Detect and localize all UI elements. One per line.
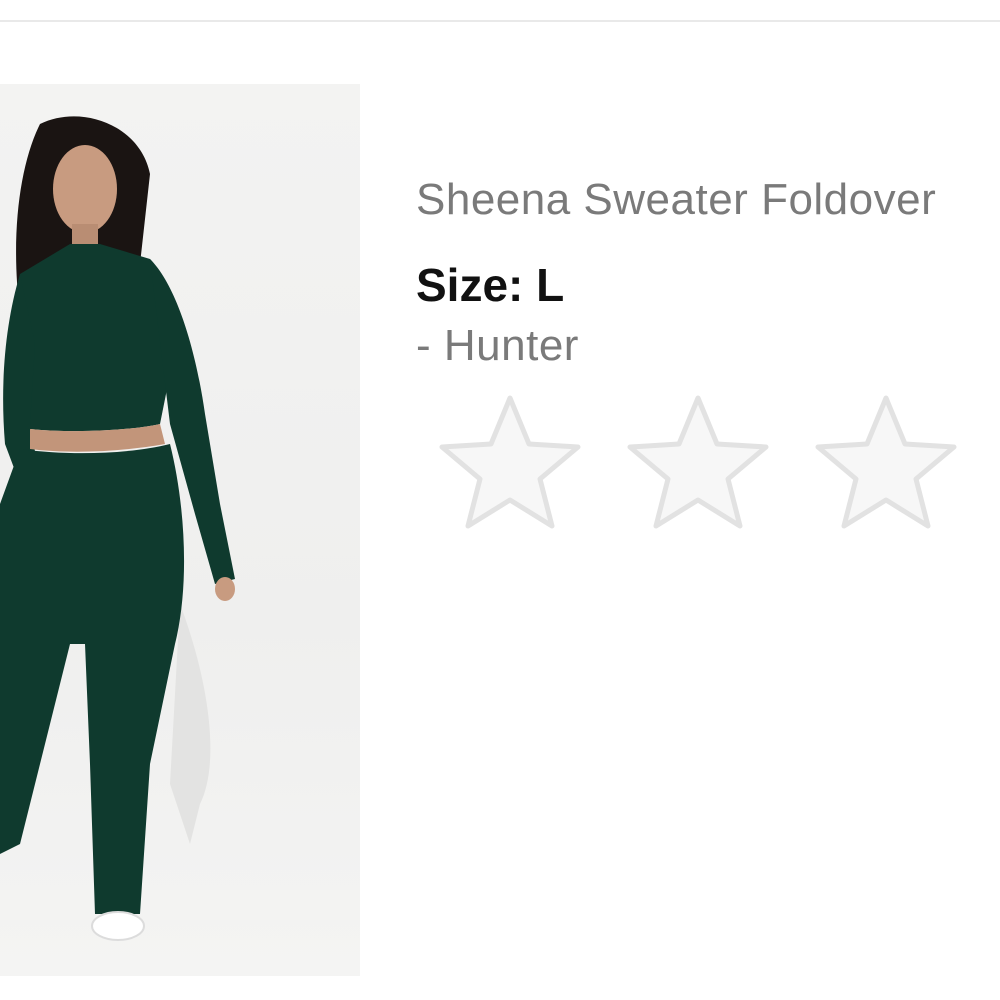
- star-icon[interactable]: [812, 392, 960, 532]
- rating-stars[interactable]: [436, 392, 1000, 532]
- size-row: Size: L: [416, 258, 564, 312]
- size-label: Size:: [416, 259, 524, 311]
- product-title-line-1[interactable]: Sheena Sweater Foldover: [416, 163, 1000, 236]
- sweater-pants: [0, 444, 185, 914]
- size-value: L: [536, 259, 565, 311]
- star-icon[interactable]: [436, 392, 584, 532]
- star-icon[interactable]: [624, 392, 772, 532]
- model-photo: [0, 116, 235, 941]
- product-title-line-2[interactable]: - Hunter: [416, 309, 1000, 382]
- product-card[interactable]: Sheena Sweater Foldover - Hunter Size: L: [0, 22, 1000, 1000]
- page: Sheena Sweater Foldover - Hunter Size: L: [0, 0, 1000, 1000]
- product-image[interactable]: [0, 84, 360, 976]
- sweater-top: [15, 244, 172, 432]
